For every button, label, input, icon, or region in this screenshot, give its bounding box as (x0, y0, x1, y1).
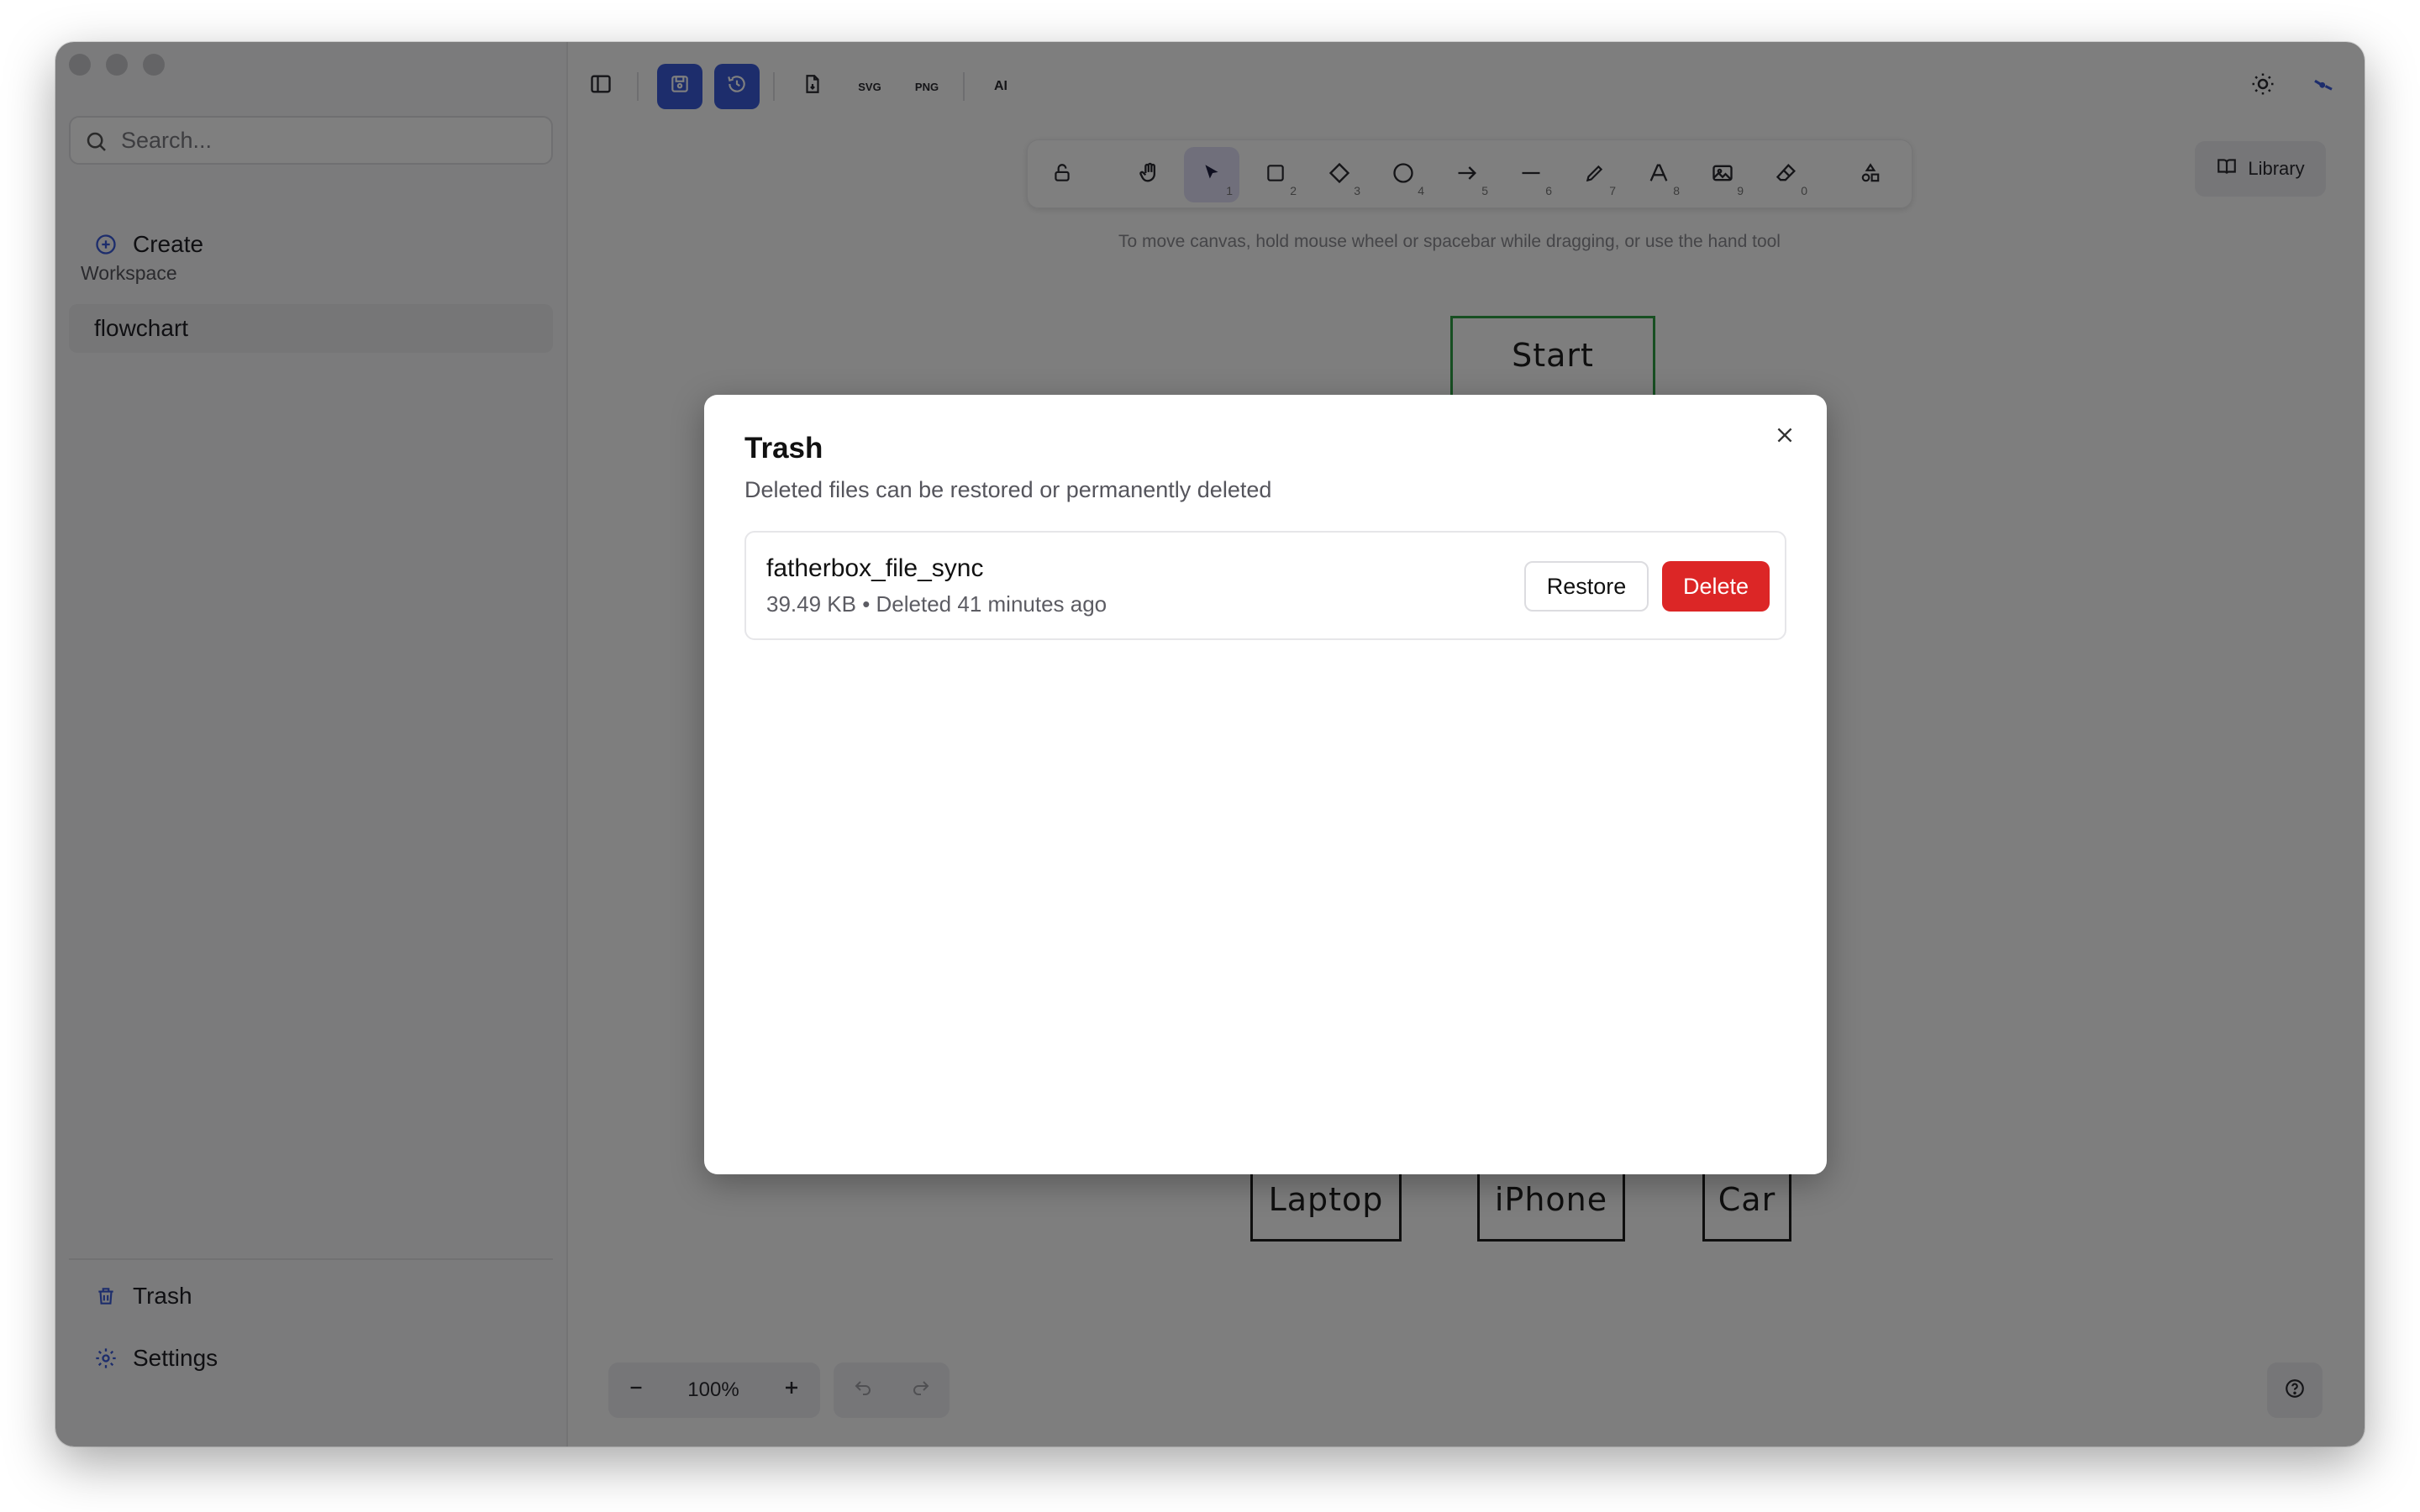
file-name: fatherbox_file_sync (766, 554, 984, 582)
close-dialog-button[interactable] (1768, 420, 1802, 454)
close-icon (1774, 424, 1796, 450)
restore-button[interactable]: Restore (1524, 561, 1649, 612)
trash-file-item: fatherbox_file_sync 39.49 KB • Deleted 4… (744, 531, 1786, 640)
dialog-title: Trash (744, 432, 823, 465)
app-window: Create Workspace flowchart Trash Setting… (55, 42, 2365, 1446)
file-meta: 39.49 KB • Deleted 41 minutes ago (766, 591, 1107, 617)
dialog-description: Deleted files can be restored or permane… (744, 477, 1272, 502)
delete-button[interactable]: Delete (1662, 561, 1770, 612)
trash-dialog: Trash Deleted files can be restored or p… (704, 395, 1827, 1174)
